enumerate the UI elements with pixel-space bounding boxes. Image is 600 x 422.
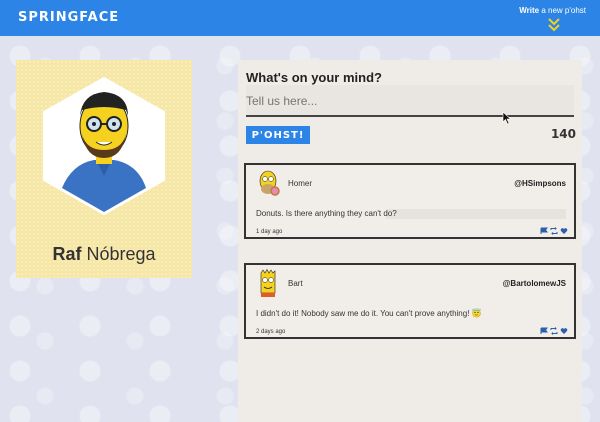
- post-button[interactable]: P'OHST!: [246, 126, 310, 144]
- profile-last-name: Nóbrega: [86, 244, 156, 264]
- write-new-rest: a new p'ohst: [539, 6, 586, 15]
- top-nav: SPRINGFACE Write a new p'ohst: [0, 0, 600, 36]
- heart-icon[interactable]: [560, 227, 568, 235]
- composer-question: What's on your mind?: [246, 70, 382, 85]
- mouse-cursor-icon: [502, 111, 512, 125]
- feed-post-text: I didn't do it! Nobody saw me do it. You…: [256, 309, 482, 318]
- bart-avatar-icon: [260, 269, 276, 297]
- feed-actions: [540, 227, 568, 235]
- write-new-post-link[interactable]: Write a new p'ohst: [519, 6, 586, 15]
- feed-author-handle[interactable]: @BartolomewJS: [503, 279, 566, 288]
- feed-post-text: Donuts. Is there anything they can't do?: [256, 209, 397, 218]
- feed-post-date: 1 day ago: [256, 229, 283, 235]
- profile-card: Raf Nóbrega: [16, 60, 192, 278]
- repost-icon[interactable]: [550, 227, 558, 235]
- homer-avatar-icon: [259, 170, 280, 196]
- heart-icon[interactable]: [560, 327, 568, 335]
- app-logo[interactable]: SPRINGFACE: [18, 10, 119, 25]
- post-input[interactable]: [246, 85, 574, 117]
- text-highlight-bar: [386, 209, 566, 219]
- feed-item: Homer @HSimpsons Donuts. Is there anythi…: [244, 163, 576, 239]
- flag-icon[interactable]: [540, 327, 548, 335]
- feed-item: Bart @BartolomewJS I didn't do it! Nobod…: [244, 263, 576, 339]
- character-count: 140: [550, 127, 576, 141]
- feed-actions: [540, 327, 568, 335]
- main-panel: What's on your mind? P'OHST! 140 Homer @…: [238, 60, 582, 422]
- feed-post-date: 2 days ago: [256, 329, 286, 335]
- feed-author-handle[interactable]: @HSimpsons: [514, 179, 566, 188]
- flag-icon[interactable]: [540, 227, 548, 235]
- profile-first-name: Raf: [52, 244, 82, 264]
- double-chevron-down-icon[interactable]: [548, 18, 560, 32]
- profile-name: Raf Nóbrega: [16, 244, 192, 265]
- feed-author-name[interactable]: Homer: [288, 179, 312, 188]
- feed-author-name[interactable]: Bart: [288, 279, 303, 288]
- repost-icon[interactable]: [550, 327, 558, 335]
- write-new-bold: Write: [519, 6, 540, 15]
- simpson-avatar-icon: [43, 76, 165, 216]
